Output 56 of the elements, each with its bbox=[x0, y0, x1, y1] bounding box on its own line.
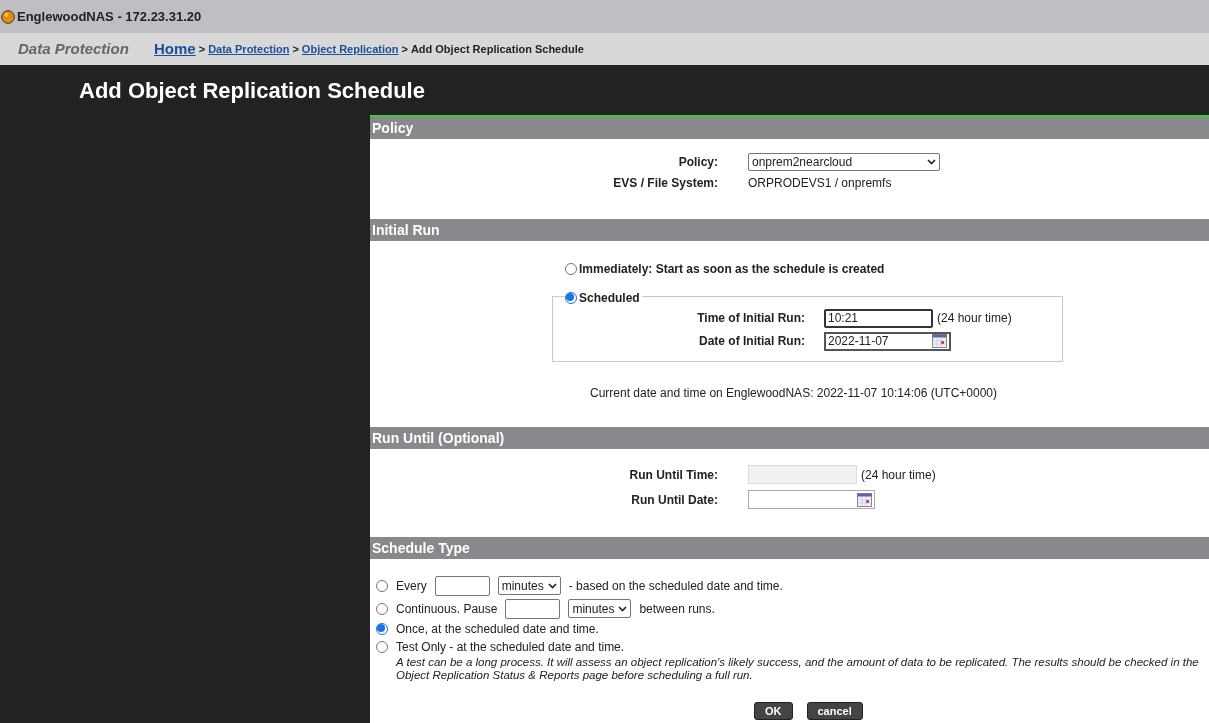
cancel-button[interactable]: cancel bbox=[806, 702, 863, 720]
field-label: Date of Initial Run: bbox=[698, 333, 805, 350]
breadcrumb-link[interactable]: Home bbox=[154, 37, 196, 61]
calendar-icon[interactable] bbox=[857, 492, 872, 507]
ok-button[interactable]: OK bbox=[754, 702, 793, 720]
section-title: Run Until (Optional) bbox=[372, 428, 505, 448]
number-field[interactable] bbox=[505, 598, 561, 619]
field-label: Policy: bbox=[677, 154, 718, 171]
radio-button[interactable] bbox=[565, 292, 577, 304]
field-label: Run Until Time: bbox=[628, 466, 718, 484]
field-label: EVS / File System: bbox=[612, 175, 718, 192]
option-label: Once, at the scheduled date and time. bbox=[396, 621, 599, 638]
current-time-text: Current date and time on EnglewoodNAS: 2022-11-07 10:14:06 (UTC+0000) bbox=[590, 386, 998, 400]
date-field[interactable]: 2022-11-07 bbox=[824, 331, 951, 351]
format-hint: (24 hour time) bbox=[937, 310, 1012, 327]
breadcrumb-link[interactable]: Data Protection bbox=[208, 40, 290, 58]
window-title: EnglewoodNAS - 172.23.31.20 bbox=[17, 7, 202, 26]
breadcrumb-current: Add Object Replication Schedule bbox=[410, 41, 584, 57]
chevron-icon bbox=[547, 582, 557, 589]
option-label: Test Only - at the scheduled date and time. bbox=[396, 639, 625, 656]
unit-dropdown[interactable]: minutes bbox=[497, 576, 561, 595]
chevron-icon bbox=[927, 159, 936, 165]
radio-button[interactable] bbox=[376, 641, 388, 653]
radio-button[interactable] bbox=[376, 602, 388, 615]
option-label: between runs. bbox=[639, 600, 715, 618]
breadcrumb-separator: > bbox=[198, 41, 206, 57]
date-field[interactable] bbox=[748, 490, 875, 509]
note-text: A test can be a long process. It will assess an object replication's likely success, and the amount of data to be replicated. The results should be checked in the Object Replication Status & Reports page before scheduling a full run. bbox=[394, 656, 1200, 682]
time-field[interactable] bbox=[748, 465, 857, 484]
section-title: Initial Run bbox=[372, 220, 440, 240]
radio-button[interactable] bbox=[376, 579, 388, 592]
option-label: Scheduled bbox=[579, 290, 640, 307]
option-label: - based on the scheduled date and time. bbox=[568, 577, 783, 595]
option-label: Continuous. Pause bbox=[396, 600, 498, 618]
radio-button[interactable] bbox=[376, 623, 388, 635]
option-label: Every bbox=[396, 577, 427, 595]
breadcrumb-separator: > bbox=[401, 41, 408, 57]
status-orb-icon bbox=[1, 9, 15, 24]
breadcrumb-link[interactable]: Object Replication bbox=[301, 40, 399, 58]
field-label: Time of Initial Run: bbox=[696, 310, 805, 327]
field-value: ORPRODEVS1 / onpremfs bbox=[748, 175, 892, 192]
chevron-icon bbox=[618, 605, 628, 612]
section-title: Data Protection bbox=[18, 38, 130, 59]
time-field[interactable]: 10:21 bbox=[824, 308, 933, 328]
page-title: Add Object Replication Schedule bbox=[79, 76, 425, 105]
unit-dropdown[interactable]: minutes bbox=[568, 599, 632, 618]
option-label: Immediately: Start as soon as the schedule is created bbox=[579, 261, 885, 278]
calendar-icon[interactable] bbox=[932, 334, 947, 348]
section-title: Schedule Type bbox=[372, 538, 470, 558]
format-hint: (24 hour time) bbox=[861, 466, 936, 484]
policy-dropdown[interactable]: onprem2nearcloud bbox=[748, 153, 940, 171]
section-title: Policy bbox=[372, 118, 414, 138]
number-field[interactable] bbox=[434, 575, 490, 596]
breadcrumb-separator: > bbox=[292, 41, 299, 57]
field-label: Run Until Date: bbox=[630, 491, 718, 509]
radio-button[interactable] bbox=[565, 263, 577, 275]
